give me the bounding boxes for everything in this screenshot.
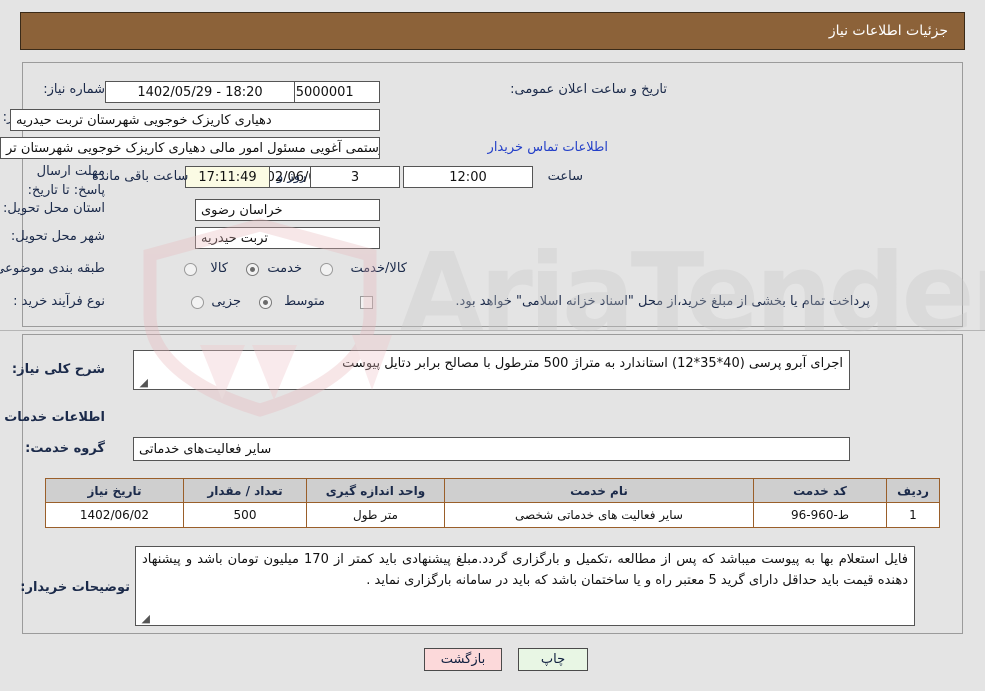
buyer-contact-link[interactable]: اطلاعات تماس خریدار bbox=[488, 140, 608, 155]
deadline-days-value: 3 bbox=[310, 166, 400, 188]
description-textarea[interactable]: اجرای آبرو پرسی (40*35*12) استاندارد به … bbox=[133, 350, 850, 390]
page-root: AriaTender.net جزئیات اطلاعات نیاز شماره… bbox=[0, 0, 985, 691]
services-section-heading: اطلاعات خدمات مورد نیاز bbox=[0, 410, 105, 425]
services-table: ردیف کد خدمت نام خدمت واحد اندازه گیری ت… bbox=[45, 478, 940, 528]
table-row: 1 ط-960-96 سایر فعالیت های خدماتی شخصی م… bbox=[45, 502, 940, 528]
radio-process-minor[interactable] bbox=[191, 296, 204, 309]
radio-process-medium[interactable] bbox=[259, 296, 272, 309]
need-number-label: شماره نیاز: bbox=[43, 82, 105, 97]
page-title: جزئیات اطلاعات نیاز bbox=[828, 23, 948, 39]
table-header-row: ردیف کد خدمت نام خدمت واحد اندازه گیری ت… bbox=[45, 478, 940, 503]
deadline-time-value: 12:00 bbox=[403, 166, 533, 188]
col-unit: واحد اندازه گیری bbox=[306, 478, 445, 503]
process-option-1-label: متوسط bbox=[284, 294, 325, 309]
deadline-days-suffix: روز و bbox=[277, 169, 307, 184]
service-group-value: سایر فعالیت‌های خدماتی bbox=[133, 437, 850, 461]
cell-row: 1 bbox=[886, 502, 940, 528]
section-divider bbox=[0, 330, 985, 331]
service-group-label: گروه خدمت: bbox=[25, 441, 105, 456]
col-row: ردیف bbox=[886, 478, 940, 503]
col-code: کد خدمت bbox=[753, 478, 887, 503]
cell-name: سایر فعالیت های خدماتی شخصی bbox=[444, 502, 754, 528]
treasury-bond-label: پرداخت تمام یا بخشی از مبلغ خرید،از محل … bbox=[455, 294, 870, 309]
col-name: نام خدمت bbox=[444, 478, 754, 503]
province-label: استان محل تحویل: bbox=[3, 201, 105, 216]
province-value: خراسان رضوی bbox=[195, 199, 380, 221]
col-date: تاریخ نیاز bbox=[45, 478, 184, 503]
buyer-notes-text: فایل استعلام بها به پیوست میباشد که پس ا… bbox=[142, 552, 908, 588]
cell-quantity: 500 bbox=[183, 502, 307, 528]
deadline-countdown-value: 17:11:49 bbox=[185, 166, 270, 188]
announce-datetime-value: 18:20 - 1402/05/29 bbox=[105, 81, 295, 103]
back-button[interactable]: بازگشت bbox=[424, 648, 502, 671]
city-label: شهر محل تحویل: bbox=[10, 229, 105, 244]
page-title-bar: جزئیات اطلاعات نیاز bbox=[20, 12, 965, 50]
process-option-0-label: جزیی bbox=[211, 294, 241, 309]
deadline-hour-label: ساعت bbox=[547, 169, 583, 184]
resize-grip-icon-2[interactable]: ◢ bbox=[138, 613, 150, 625]
treasury-bond-checkbox[interactable] bbox=[360, 296, 373, 309]
description-text: اجرای آبرو پرسی (40*35*12) استاندارد به … bbox=[342, 356, 843, 371]
cell-unit: متر طول bbox=[306, 502, 445, 528]
requester-value: محمود رستمی آغویی مسئول امور مالی دهیاری… bbox=[0, 137, 380, 159]
announce-datetime-label: تاریخ و ساعت اعلان عمومی: bbox=[510, 82, 667, 97]
category-option-2-label: کالا/خدمت bbox=[350, 261, 407, 276]
description-label: شرح کلی نیاز: bbox=[11, 362, 105, 377]
buyer-notes-label: توضیحات خریدار: bbox=[20, 580, 130, 595]
radio-category-service[interactable] bbox=[246, 263, 259, 276]
category-label: طبقه بندی موضوعی: bbox=[0, 261, 105, 276]
col-quantity: تعداد / مقدار bbox=[183, 478, 307, 503]
resize-grip-icon[interactable]: ◢ bbox=[136, 377, 148, 389]
buyer-org-value: دهیاری کاریزک خوجویی شهرستان تربت حیدریه bbox=[10, 109, 380, 131]
category-option-0-label: کالا bbox=[210, 261, 228, 276]
buyer-notes-textarea[interactable]: فایل استعلام بها به پیوست میباشد که پس ا… bbox=[135, 546, 915, 626]
cell-code: ط-960-96 bbox=[753, 502, 887, 528]
radio-category-goods[interactable] bbox=[184, 263, 197, 276]
process-label: نوع فرآیند خرید : bbox=[13, 294, 105, 309]
city-value: تربت حیدریه bbox=[195, 227, 380, 249]
cell-date: 1402/06/02 bbox=[45, 502, 184, 528]
print-button[interactable]: چاپ bbox=[518, 648, 588, 671]
category-option-1-label: خدمت bbox=[267, 261, 302, 276]
radio-category-goods-service[interactable] bbox=[320, 263, 333, 276]
deadline-countdown-suffix: ساعت باقی مانده bbox=[92, 169, 189, 184]
